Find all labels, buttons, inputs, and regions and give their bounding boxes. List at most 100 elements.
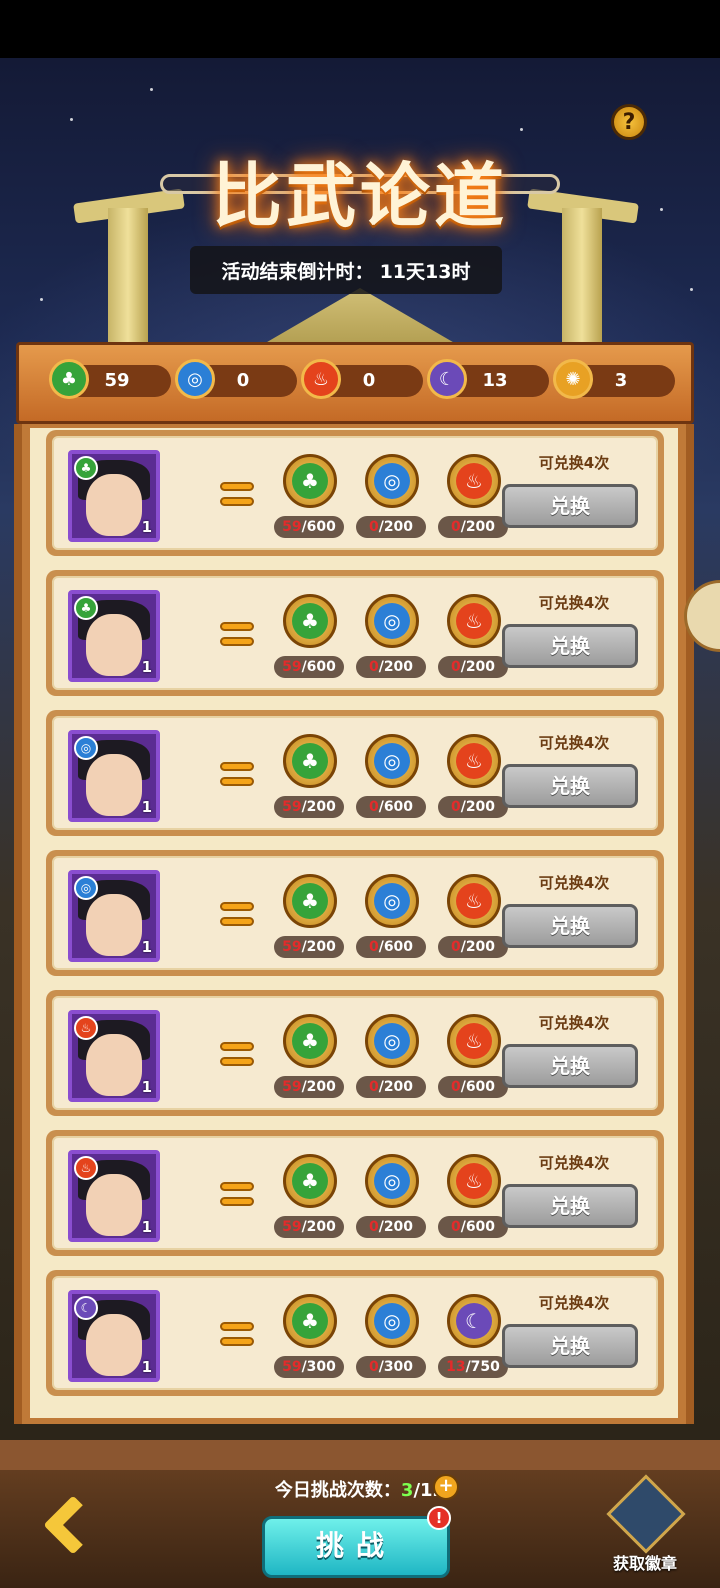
- cost-token: ♨ 0/200: [438, 454, 508, 548]
- element-badge-icon: ◎: [74, 736, 98, 760]
- element-badge-icon: ◎: [74, 876, 98, 900]
- resource-value: 13: [482, 370, 508, 391]
- leaf-icon: ♣: [283, 1154, 337, 1208]
- star: [70, 118, 73, 121]
- back-button[interactable]: [40, 1495, 110, 1556]
- leaf-icon: ♣: [283, 1294, 337, 1348]
- exchange-button[interactable]: 兑换: [502, 484, 638, 528]
- exchange-button[interactable]: 兑换: [502, 1184, 638, 1228]
- hero-level: 1: [141, 798, 152, 816]
- water-swirl-icon: ◎: [365, 1014, 419, 1068]
- exchange-card: ♨ 1 ♣ 59/200 ◎ 0/200 ♨ 0/600 可兑换4次 兑换: [46, 990, 664, 1116]
- flame-icon: ♨: [447, 874, 501, 928]
- hero-face: [86, 894, 142, 956]
- flame-icon: ♨: [447, 1154, 501, 1208]
- exchange-button[interactable]: 兑换: [502, 764, 638, 808]
- hero-face: [86, 1314, 142, 1376]
- hero-portrait[interactable]: ♣ 1: [68, 590, 160, 682]
- exchange-button[interactable]: 兑换: [502, 1044, 638, 1088]
- challenge-label: 今日挑战次数：: [274, 1480, 401, 1501]
- cost-token: ◎ 0/600: [356, 734, 426, 828]
- leaf-icon: ♣: [283, 874, 337, 928]
- exchange-remaining: 可兑换4次: [538, 594, 610, 612]
- cost-need: /600: [301, 519, 336, 535]
- cost-token: ☾ 13/750: [438, 1294, 508, 1388]
- bottom-bar: 今日挑战次数：3/12 + 挑战 ! 获取徽章: [0, 1440, 720, 1588]
- cost-token: ◎ 0/300: [356, 1294, 426, 1388]
- token-core: ♣: [292, 743, 328, 779]
- exchange-remaining: 可兑换4次: [538, 1014, 610, 1032]
- hero-level: 1: [141, 1218, 152, 1236]
- star: [690, 288, 693, 291]
- equals-icon: [220, 1042, 254, 1068]
- cost-have: 0: [450, 1219, 461, 1235]
- token-core: ♨: [456, 743, 492, 779]
- hero-portrait[interactable]: ◎ 1: [68, 730, 160, 822]
- element-badge-icon: ☾: [74, 1296, 98, 1320]
- cost-amount: 13/750: [438, 1356, 508, 1378]
- cost-have: 59: [282, 519, 302, 535]
- resource-fire: ♨ 0: [301, 359, 423, 399]
- exchange-remaining: 可兑换4次: [538, 1154, 610, 1172]
- cost-token: ♣ 59/200: [274, 874, 344, 968]
- event-title: 比武论道: [160, 140, 560, 237]
- hero-portrait[interactable]: ♨ 1: [68, 1150, 160, 1242]
- cost-amount: 0/600: [438, 1076, 508, 1098]
- exchange-button[interactable]: 兑换: [502, 624, 638, 668]
- hero-face: [86, 614, 142, 676]
- cost-amount: 0/200: [438, 796, 508, 818]
- exchange-remaining: 可兑换4次: [538, 454, 610, 472]
- cost-amount: 0/600: [356, 796, 426, 818]
- page-title: 比武论道: [212, 154, 508, 237]
- cost-amount: 59/200: [274, 1216, 344, 1238]
- token-core: ♨: [456, 1163, 492, 1199]
- exchange-card: ☾ 1 ♣ 59/300 ◎ 0/300 ☾ 13/750 可兑换4次 兑换: [46, 1270, 664, 1396]
- water-swirl-icon: ◎: [365, 454, 419, 508]
- cost-need: /200: [460, 659, 496, 675]
- cost-token: ♨ 0/200: [438, 594, 508, 688]
- exchange-remaining: 可兑换4次: [538, 874, 610, 892]
- cost-token: ♣ 59/200: [274, 1154, 344, 1248]
- cost-token: ♨ 0/200: [438, 734, 508, 828]
- get-badge-label: 获取徽章: [612, 1554, 677, 1573]
- cost-have: 59: [282, 659, 302, 675]
- exchange-button[interactable]: 兑换: [502, 1324, 638, 1368]
- get-badge-button[interactable]: 获取徽章: [606, 1474, 686, 1586]
- help-button[interactable]: ?: [611, 104, 647, 140]
- cost-need: /600: [460, 1219, 496, 1235]
- cost-amount: 59/600: [274, 656, 344, 678]
- cost-amount: 0/600: [438, 1216, 508, 1238]
- equals-icon: [220, 482, 254, 508]
- water-swirl-icon: ◎: [365, 734, 419, 788]
- star: [520, 128, 523, 131]
- hero-portrait[interactable]: ♨ 1: [68, 1010, 160, 1102]
- exchange-card: ♣ 1 ♣ 59/600 ◎ 0/200 ♨ 0/200 可兑换4次 兑换: [46, 570, 664, 696]
- hero-portrait[interactable]: ☾ 1: [68, 1290, 160, 1382]
- hero-portrait[interactable]: ◎ 1: [68, 870, 160, 962]
- element-badge-icon: ♣: [74, 596, 98, 620]
- star: [40, 298, 43, 301]
- cost-need: /300: [301, 1359, 336, 1375]
- cost-amount: 0/200: [356, 516, 426, 538]
- exchange-button[interactable]: 兑换: [502, 904, 638, 948]
- token-core: ♣: [292, 883, 328, 919]
- exchange-remaining: 可兑换4次: [538, 1294, 610, 1312]
- token-core: ◎: [374, 463, 410, 499]
- cost-token: ♣ 59/600: [274, 454, 344, 548]
- cost-have: 0: [368, 799, 379, 815]
- cost-amount: 0/200: [356, 1076, 426, 1098]
- challenge-button[interactable]: 挑战: [262, 1516, 450, 1578]
- hero-face: [86, 474, 142, 536]
- cost-amount: 59/200: [274, 796, 344, 818]
- token-core: ◎: [374, 1303, 410, 1339]
- cost-have: 0: [368, 519, 379, 535]
- water-swirl-icon: ◎: [365, 1294, 419, 1348]
- flame-icon: ♨: [447, 594, 501, 648]
- cost-need: /200: [301, 799, 336, 815]
- cost-need: /200: [378, 519, 414, 535]
- cost-have: 0: [368, 1359, 379, 1375]
- cost-need: /200: [378, 659, 414, 675]
- token-core: ◎: [374, 743, 410, 779]
- add-challenge-button[interactable]: +: [433, 1474, 459, 1500]
- hero-portrait[interactable]: ♣ 1: [68, 450, 160, 542]
